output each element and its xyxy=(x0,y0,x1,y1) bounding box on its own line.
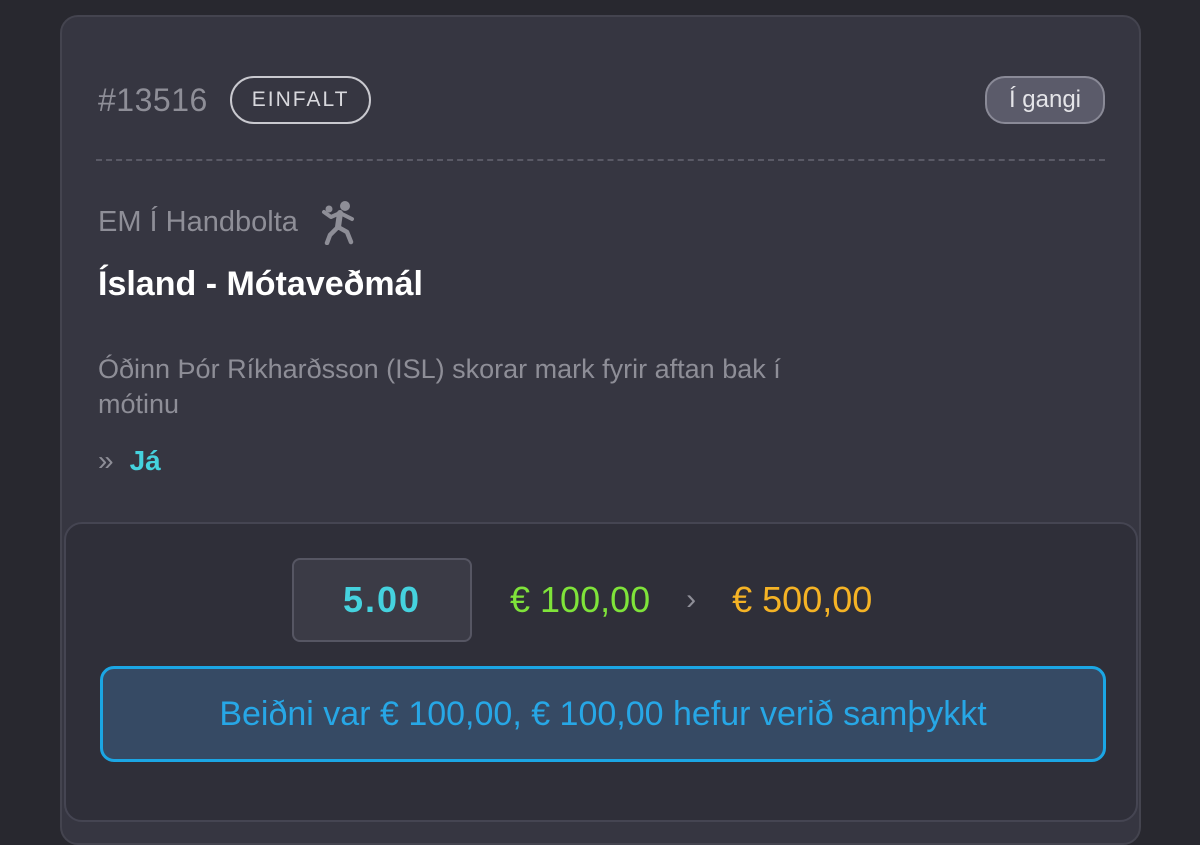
odds-value: 5.00 xyxy=(292,558,472,642)
stake-amount: € 100,00 xyxy=(510,579,651,620)
pick-row: » Já xyxy=(98,445,161,477)
selected-outcome: Já xyxy=(129,445,161,476)
bet-summary-panel: 5.00 € 100,00 › € 500,00 Beiðni var € 10… xyxy=(64,522,1138,822)
bet-id: #13516 xyxy=(98,81,208,118)
bet-card: #13516 EINFALT Í gangi EM Í Handbolta Ís… xyxy=(60,15,1141,845)
chevron-right-icon: › xyxy=(686,583,697,616)
competition-row: EM Í Handbolta xyxy=(98,199,360,245)
dashed-divider xyxy=(96,159,1105,161)
selection-description: Óðinn Þór Ríkharðsson (ISL) skorar mark … xyxy=(98,354,781,419)
chevron-double-right-icon: » xyxy=(98,445,114,476)
potential-payout: € 500,00 xyxy=(732,579,873,620)
handball-player-icon xyxy=(321,201,354,245)
competition-name: EM Í Handbolta xyxy=(98,205,298,238)
bet-type-badge: EINFALT xyxy=(229,76,372,124)
bet-header: #13516 EINFALT Í gangi xyxy=(98,75,1105,125)
amount-row: 5.00 € 100,00 › € 500,00 xyxy=(66,558,1136,642)
market-title: Ísland - Mótaveðmál xyxy=(98,265,423,303)
acceptance-message: Beiðni var € 100,00, € 100,00 hefur veri… xyxy=(100,666,1106,762)
status-badge: Í gangi xyxy=(984,76,1105,124)
